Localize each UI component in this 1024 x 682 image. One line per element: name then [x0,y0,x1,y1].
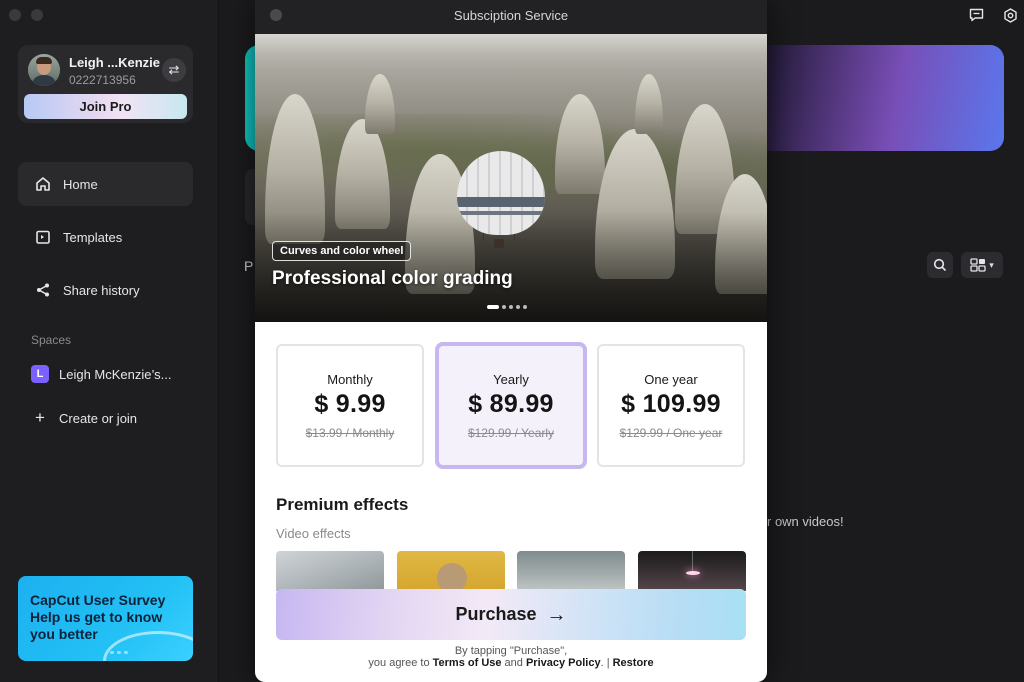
plan-price: $ 89.99 [468,390,554,418]
plan-original-price: $129.99 / One year [619,426,723,440]
plan-original-price: $129.99 / Yearly [467,426,555,440]
templates-icon [34,228,52,246]
search-icon[interactable] [927,252,953,278]
space-name: Leigh McKenzie’s... [59,366,172,382]
plus-icon: + [35,408,45,427]
view-toggle-button[interactable]: ▾ [961,252,1003,278]
join-pro-button[interactable]: Join Pro [24,94,187,119]
effect-thumbnail[interactable] [397,551,505,591]
user-name: Leigh ...Kenzie [69,55,161,70]
fine-print-and: and [501,657,526,669]
sidebar-item-label: Share history [63,282,140,298]
plan-one-year[interactable]: One year $ 109.99 $129.99 / One year [597,344,745,467]
empty-state-text: r own videos! [767,514,844,529]
hero-feature-tag: Curves and color wheel [272,241,412,261]
survey-pagination [110,651,128,654]
plan-name: One year [644,372,698,387]
share-icon [34,281,52,299]
window-close-dot[interactable] [9,9,21,21]
space-badge: L [31,365,49,383]
feedback-icon[interactable] [968,7,984,23]
privacy-policy-link[interactable]: Privacy Policy [526,657,601,669]
avatar[interactable] [28,54,60,86]
arrow-right-icon: → [546,603,567,626]
sidebar-item-templates[interactable]: Templates [18,215,193,259]
hot-air-balloon-image [457,151,545,235]
window-minimize-dot[interactable] [31,9,43,21]
home-icon [34,175,52,193]
switch-account-icon[interactable]: ⇄ [162,58,186,82]
premium-effects-heading: Premium effects [276,495,409,514]
carousel-pagination[interactable] [487,305,527,309]
survey-banner[interactable]: CapCut User Survey Help us get to know y… [18,576,193,661]
spaces-heading: Spaces [31,333,72,347]
space-item[interactable]: L Leigh McKenzie’s... [31,365,172,383]
plan-original-price: $13.99 / Monthly [305,426,395,440]
fine-print-line2: you agree to Terms of Use and Privacy Po… [255,657,767,669]
survey-text: CapCut User Survey Help us get to know y… [30,592,166,642]
video-effects-label: Video effects [276,526,351,541]
plan-yearly[interactable]: Yearly $ 89.99 $129.99 / Yearly [437,344,585,467]
modal-titlebar: Subsciption Service [255,0,767,34]
plan-price: $ 109.99 [621,390,721,418]
plan-name: Monthly [327,372,373,387]
settings-icon[interactable] [1002,7,1018,23]
purchase-label: Purchase [455,604,537,624]
user-id: 0222713956 [69,73,136,87]
grid-view-icon [970,258,986,272]
restore-link[interactable]: Restore [613,657,654,669]
hero-title: Professional color grading [272,268,513,289]
terms-of-use-link[interactable]: Terms of Use [433,657,502,669]
create-or-join-label: Create or join [59,410,138,426]
effect-thumbnail[interactable] [517,551,625,591]
plan-name: Yearly [493,372,529,387]
sidebar-item-home[interactable]: Home [18,162,193,206]
subscription-modal: Subsciption Service Curves and color whe… [255,0,767,682]
sidebar: Leigh ...Kenzie 0222713956 ⇄ Join Pro Ho… [0,0,219,682]
plan-monthly[interactable]: Monthly $ 9.99 $13.99 / Monthly [276,344,424,467]
hero-carousel[interactable]: Curves and color wheel Professional colo… [255,34,767,322]
sidebar-item-label: Home [63,176,98,192]
plan-price: $ 9.99 [314,390,386,418]
modal-title: Subsciption Service [453,8,569,23]
fine-print-separator: . | [600,657,613,669]
effect-thumbnail[interactable] [276,551,384,591]
fine-print-line1: By tapping "Purchase", [454,645,568,657]
purchase-button[interactable]: Purchase → [276,589,746,640]
effect-thumbnail[interactable] [638,551,746,591]
create-or-join-button[interactable]: + Create or join [31,408,138,427]
fine-print-prefix: you agree to [368,657,433,669]
sidebar-item-share-history[interactable]: Share history [18,268,193,312]
chevron-down-icon: ▾ [989,259,994,270]
sidebar-item-label: Templates [63,229,123,245]
profile-card: Leigh ...Kenzie 0222713956 ⇄ Join Pro [18,45,193,123]
section-title: P [244,258,254,274]
